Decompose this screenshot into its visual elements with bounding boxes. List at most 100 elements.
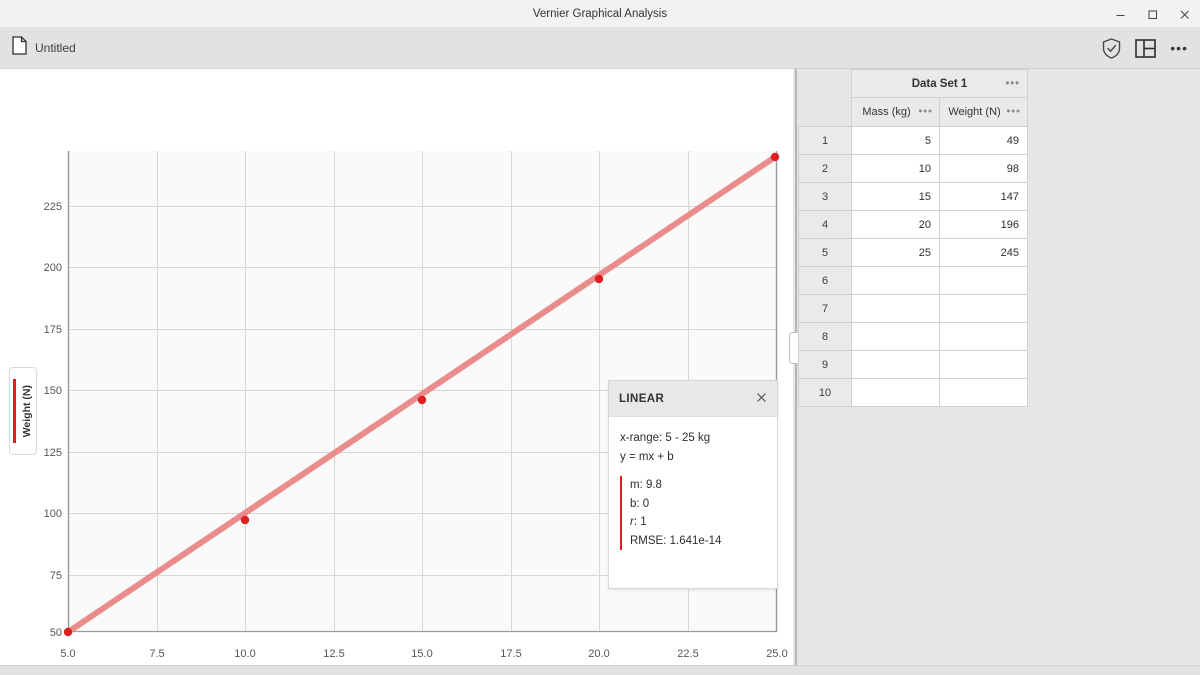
table-body: 1 5 49 2 10 98 3 15 147 4 20 196 5 25 24…: [798, 126, 1028, 407]
cell-mass[interactable]: [851, 350, 940, 379]
splitter-rail: [794, 69, 797, 665]
data-table-panel: Data Set 1 ••• Mass (kg) ••• Weight (N) …: [798, 69, 1200, 665]
column-menu-icon-weight[interactable]: •••: [1006, 106, 1021, 118]
linear-fit-title: LINEAR: [619, 392, 665, 405]
fit-stat-correlation: r: 1: [630, 516, 647, 528]
minimize-button[interactable]: [1104, 0, 1136, 28]
maximize-button[interactable]: [1136, 0, 1168, 28]
data-table[interactable]: Data Set 1 ••• Mass (kg) ••• Weight (N) …: [798, 69, 1028, 407]
more-options-icon[interactable]: •••: [1170, 41, 1188, 55]
row-index: 9: [798, 350, 852, 379]
cell-weight[interactable]: 196: [939, 210, 1028, 239]
column-header-mass[interactable]: Mass (kg) •••: [851, 97, 940, 127]
svg-text:200: 200: [44, 262, 62, 274]
svg-text:225: 225: [44, 201, 62, 213]
column-header-weight[interactable]: Weight (N) •••: [939, 97, 1028, 127]
main-content: 225 200 175 150 125 100 75 50 5.0 7.5 10…: [0, 69, 1200, 665]
dataset-menu-icon[interactable]: •••: [1005, 78, 1020, 89]
column-menu-icon-mass[interactable]: •••: [918, 106, 933, 118]
document-chip[interactable]: Untitled: [12, 36, 76, 60]
document-icon: [12, 36, 27, 60]
window-title: Vernier Graphical Analysis: [532, 7, 668, 20]
cell-weight[interactable]: [939, 350, 1028, 379]
column-header-weight-label: Weight (N): [948, 106, 1001, 118]
cell-mass[interactable]: [851, 378, 940, 407]
row-index: 7: [798, 294, 852, 323]
svg-text:100: 100: [44, 508, 62, 520]
svg-text:75: 75: [50, 570, 62, 582]
fit-stat-slope: m: 9.8: [630, 479, 662, 491]
cell-mass[interactable]: 15: [851, 182, 940, 211]
cell-weight[interactable]: [939, 294, 1028, 323]
cell-weight[interactable]: 98: [939, 154, 1028, 183]
row-index: 3: [798, 182, 852, 211]
cell-mass[interactable]: [851, 294, 940, 323]
svg-text:175: 175: [44, 324, 62, 336]
table-row[interactable]: 10: [798, 378, 1028, 407]
cell-mass[interactable]: 5: [851, 126, 940, 155]
linear-fit-box[interactable]: LINEAR x-range: 5 - 25 kg y = mx + b m: …: [608, 380, 778, 589]
table-row[interactable]: 5 25 245: [798, 238, 1028, 267]
row-index: 5: [798, 238, 852, 267]
linear-fit-body: x-range: 5 - 25 kg y = mx + b m: 9.8 b: …: [609, 417, 777, 550]
fit-stat-rmse: RMSE: 1.641e-14: [630, 534, 722, 547]
cell-mass[interactable]: 10: [851, 154, 940, 183]
svg-text:50: 50: [50, 627, 62, 639]
series-color-bar: [13, 379, 16, 443]
linear-fit-header: LINEAR: [609, 381, 777, 417]
close-icon[interactable]: [756, 392, 767, 405]
cell-weight[interactable]: 147: [939, 182, 1028, 211]
cell-weight[interactable]: [939, 378, 1028, 407]
table-row[interactable]: 9: [798, 350, 1028, 379]
fit-equation: y = mx + b: [620, 451, 674, 463]
table-row[interactable]: 2 10 98: [798, 154, 1028, 183]
cell-weight[interactable]: 245: [939, 238, 1028, 267]
cell-weight[interactable]: [939, 266, 1028, 295]
close-button[interactable]: [1168, 0, 1200, 28]
y-axis-label-chip[interactable]: Weight (N): [9, 367, 37, 455]
cell-mass[interactable]: [851, 322, 940, 351]
cell-mass[interactable]: 25: [851, 238, 940, 267]
svg-text:22.5: 22.5: [677, 648, 698, 660]
status-bar: Mode: Manual Entry: [0, 665, 1200, 675]
cell-mass[interactable]: [851, 266, 940, 295]
svg-text:25.0: 25.0: [766, 648, 787, 660]
svg-text:15.0: 15.0: [411, 648, 432, 660]
row-index: 4: [798, 210, 852, 239]
svg-text:5.0: 5.0: [60, 648, 75, 660]
document-title: Untitled: [35, 41, 76, 55]
window-titlebar: Vernier Graphical Analysis: [0, 0, 1200, 28]
row-index: 2: [798, 154, 852, 183]
table-row[interactable]: 3 15 147: [798, 182, 1028, 211]
table-row[interactable]: 8: [798, 322, 1028, 351]
dataset-title-cell[interactable]: Data Set 1 •••: [851, 69, 1028, 98]
fit-stat-intercept: b: 0: [630, 497, 650, 510]
window-controls: [1104, 0, 1200, 28]
y-axis-label: Weight (N): [21, 384, 33, 438]
app-toolbar: Untitled •••: [0, 28, 1200, 69]
svg-text:12.5: 12.5: [323, 648, 344, 660]
table-row[interactable]: 7: [798, 294, 1028, 323]
column-header-mass-label: Mass (kg): [862, 106, 911, 118]
svg-text:10.0: 10.0: [234, 648, 255, 660]
table-dataset-header-row: Data Set 1 •••: [798, 69, 1028, 98]
cell-weight[interactable]: 49: [939, 126, 1028, 155]
dataset-title: Data Set 1: [911, 77, 968, 90]
table-row[interactable]: 1 5 49: [798, 126, 1028, 155]
layout-panels-icon[interactable]: [1135, 38, 1157, 59]
svg-text:17.5: 17.5: [500, 648, 521, 660]
header-spacer: [798, 69, 852, 98]
shield-check-icon[interactable]: [1102, 37, 1121, 59]
fit-statistics: m: 9.8 b: 0 r: 1 RMSE: 1.641e-14: [620, 476, 767, 550]
table-row[interactable]: 4 20 196: [798, 210, 1028, 239]
toolbar-actions: •••: [1102, 37, 1188, 59]
cell-mass[interactable]: 20: [851, 210, 940, 239]
graph-panel[interactable]: 225 200 175 150 125 100 75 50 5.0 7.5 10…: [0, 69, 793, 665]
svg-text:125: 125: [44, 447, 62, 459]
table-row[interactable]: 6: [798, 266, 1028, 295]
row-index-header: [798, 97, 852, 127]
table-column-header-row: Mass (kg) ••• Weight (N) •••: [798, 97, 1028, 127]
svg-text:150: 150: [44, 385, 62, 397]
fit-xrange: x-range: 5 - 25 kg: [620, 432, 711, 444]
cell-weight[interactable]: [939, 322, 1028, 351]
